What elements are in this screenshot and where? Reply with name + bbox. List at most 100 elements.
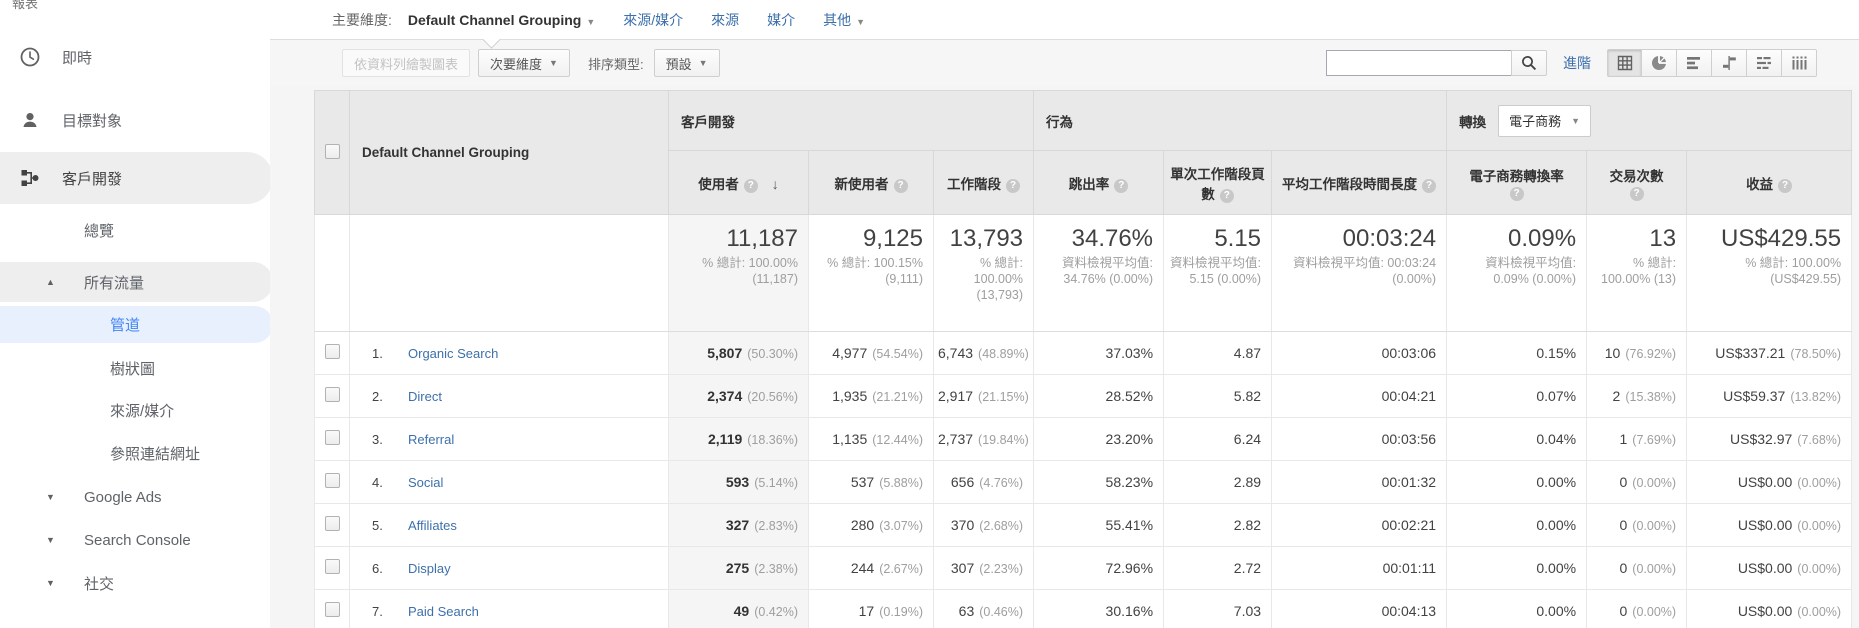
channel-link[interactable]: Direct [408,389,442,404]
row-checkbox[interactable] [325,344,340,359]
sidebar-item-label: 目標對象 [62,110,122,131]
select-all-checkbox[interactable] [325,144,340,159]
sort-type-button[interactable]: 預設▼ [654,49,720,77]
chevron-down-icon: ▼ [856,17,865,27]
help-icon[interactable]: ? [1006,179,1020,193]
transactions-cell: 2(15.38%) [1587,375,1687,418]
main-content: 主要維度: Default Channel Grouping▼ 來源/媒介 來源… [270,0,1859,628]
sessions-cell: 2,917(21.15%) [934,375,1034,418]
help-icon[interactable]: ? [1630,187,1644,201]
channel-link[interactable]: Social [408,475,443,490]
secondary-dimension-button[interactable]: 次要維度▼ [478,49,570,77]
sidebar-item-social[interactable]: ▼ 社交 [0,561,270,605]
transactions-cell: 1(7.69%) [1587,418,1687,461]
sidebar-item-channels[interactable]: 管道 [0,306,270,343]
search-icon [1520,54,1538,72]
channel-link[interactable]: Organic Search [408,346,498,361]
column-header-users[interactable]: 使用者?↓ [669,151,809,215]
channel-link[interactable]: Affiliates [408,518,457,533]
row-checkbox[interactable] [325,430,340,445]
sidebar-item-referrals[interactable]: 參照連結網址 [0,431,270,475]
help-icon[interactable]: ? [1510,187,1524,201]
help-icon[interactable]: ? [1114,179,1128,193]
sidebar-item-audience[interactable]: 目標對象 [0,98,270,142]
bounce-rate-cell: 30.16% [1034,590,1164,628]
column-header-sessions[interactable]: 工作階段? [934,151,1034,215]
pivot-icon [1790,54,1808,72]
help-icon[interactable]: ? [1422,179,1436,193]
sidebar-item-acquisition[interactable]: 客戶開發 [0,152,270,204]
ecommerce-conversion-rate-cell: 0.00% [1447,461,1587,504]
row-number: 5. [372,518,408,533]
sidebar-item-label: 樹狀圖 [110,358,155,379]
channel-link[interactable]: Paid Search [408,604,479,619]
new-users-cell: 1,135(12.44%) [809,418,934,461]
plot-rows-button[interactable]: 依資料列繪製圖表 [342,49,470,77]
help-icon[interactable]: ? [1778,179,1792,193]
new-users-cell: 537(5.88%) [809,461,934,504]
column-header-bounce-rate[interactable]: 跳出率? [1034,151,1164,215]
sidebar-item-label: 所有流量 [84,272,144,293]
dimension-column-header[interactable]: Default Channel Grouping [350,91,669,215]
transactions-cell: 0(0.00%) [1587,461,1687,504]
term-cloud-view-button[interactable] [1747,49,1782,77]
ecommerce-conversion-rate-cell: 0.00% [1447,547,1587,590]
row-checkbox[interactable] [325,387,340,402]
channel-link[interactable]: Display [408,561,451,576]
revenue-cell: US$0.00(0.00%) [1687,461,1852,504]
comparison-view-button[interactable] [1712,49,1747,77]
column-header-pages-per-session[interactable]: 單次工作階段頁數? [1164,151,1272,215]
transactions-cell: 0(0.00%) [1587,504,1687,547]
row-number: 2. [372,389,408,404]
sidebar-item-search-console[interactable]: ▼ Search Console [0,518,270,562]
help-icon[interactable]: ? [1220,189,1234,203]
row-checkbox[interactable] [325,473,340,488]
revenue-cell: US$337.21(78.50%) [1687,332,1852,375]
sidebar-item-treemaps[interactable]: 樹狀圖 [0,346,270,390]
chevron-down-icon: ▼ [586,17,595,27]
sidebar-item-source-medium[interactable]: 來源/媒介 [0,388,270,432]
revenue-cell: US$59.37(13.82%) [1687,375,1852,418]
column-header-ecommerce-conversion-rate[interactable]: 電子商務轉換率? [1447,151,1587,215]
conversion-type-dropdown[interactable]: 電子商務▼ [1498,105,1591,137]
performance-view-button[interactable] [1677,49,1712,77]
column-header-revenue[interactable]: 收益? [1687,151,1852,215]
help-icon[interactable]: ? [894,179,908,193]
dimension-link-source-medium[interactable]: 來源/媒介 [623,10,683,30]
sidebar-item-overview[interactable]: 總覽 [0,208,270,252]
channel-link[interactable]: Referral [408,432,454,447]
search-input[interactable] [1326,50,1512,76]
triangle-up-icon: ▲ [46,277,55,287]
search-button[interactable] [1511,50,1547,76]
transactions-cell: 0(0.00%) [1587,547,1687,590]
dimension-link-other[interactable]: 其他▼ [823,10,865,30]
help-icon[interactable]: ? [744,179,758,193]
primary-dimension-selected[interactable]: Default Channel Grouping▼ [408,12,595,28]
row-checkbox[interactable] [325,559,340,574]
sidebar-item-realtime[interactable]: 即時 [0,35,270,79]
dimension-link-medium[interactable]: 媒介 [767,10,795,30]
row-checkbox[interactable] [325,602,340,617]
bounce-rate-cell: 37.03% [1034,332,1164,375]
total-avg-session-duration: 00:03:24資料檢視平均值: 00:03:24 (0.00%) [1272,215,1447,332]
row-checkbox[interactable] [325,516,340,531]
table-view-button[interactable] [1607,49,1642,77]
dimension-link-source[interactable]: 來源 [711,10,739,30]
chevron-down-icon: ▼ [699,58,708,68]
column-header-avg-session-duration[interactable]: 平均工作階段時間長度? [1272,151,1447,215]
avg-session-duration-cell: 00:03:56 [1272,418,1447,461]
primary-dimension-bar: 主要維度: Default Channel Grouping▼ 來源/媒介 來源… [270,0,1859,40]
percentage-view-button[interactable] [1642,49,1677,77]
avg-session-duration-cell: 00:04:13 [1272,590,1447,628]
column-header-transactions[interactable]: 交易次數? [1587,151,1687,215]
column-header-new-users[interactable]: 新使用者? [809,151,934,215]
sidebar-item-label: Search Console [84,532,191,549]
row-number: 4. [372,475,408,490]
pivot-view-button[interactable] [1782,49,1817,77]
sidebar-item-label: 社交 [84,573,114,594]
pages-per-session-cell: 2.72 [1164,547,1272,590]
sidebar-section-label: 報表 [12,0,38,12]
advanced-link[interactable]: 進階 [1563,53,1591,73]
sidebar-item-all-traffic[interactable]: ▲ 所有流量 [0,262,270,302]
sidebar-item-google-ads[interactable]: ▼ Google Ads [0,475,270,519]
